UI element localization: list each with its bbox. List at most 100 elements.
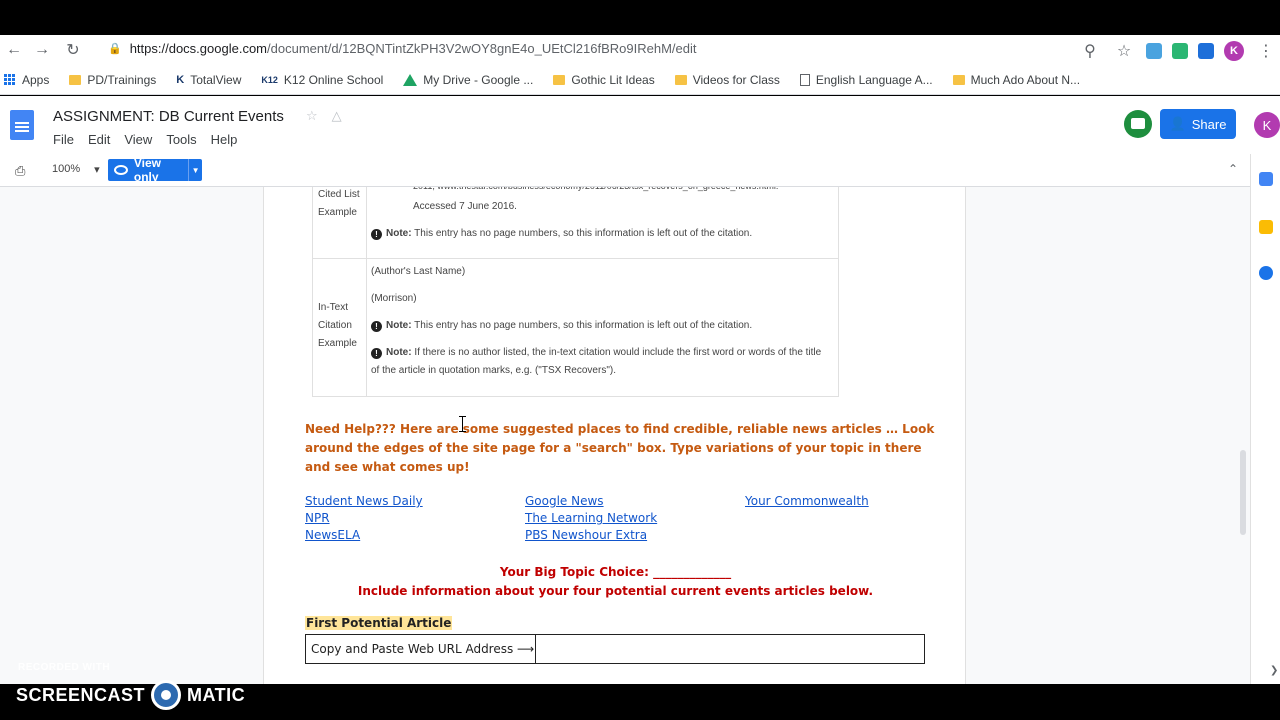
- person-icon: 👤: [1169, 116, 1186, 131]
- reload-icon[interactable]: ↻: [61, 38, 85, 62]
- bookmarks-bar: Apps PD/Trainings K TotalView K12 K12 On…: [0, 65, 1280, 95]
- bookmark-label: Gothic Lit Ideas: [571, 72, 655, 87]
- url-entry-cell[interactable]: [536, 635, 924, 663]
- menu-tools[interactable]: Tools: [166, 132, 196, 147]
- citation-accessed: Accessed 7 June 2016.: [413, 201, 517, 212]
- browser-profile-avatar[interactable]: K: [1224, 41, 1244, 61]
- author-placeholder: (Author's Last Name): [371, 266, 466, 277]
- document-title: ASSIGNMENT: DB Current Events: [53, 108, 284, 125]
- bookmark-gothic-lit-ideas[interactable]: Gothic Lit Ideas: [553, 72, 655, 87]
- eye-icon: [114, 165, 128, 175]
- document-page: Cited List Example 2011, www.thestar.com…: [263, 187, 966, 684]
- side-panel: [1250, 154, 1280, 684]
- url-field[interactable]: 🔒 https://docs.google.com/document/d/12B…: [108, 41, 696, 56]
- share-label: Share: [1191, 116, 1227, 132]
- link-student-news-daily[interactable]: Student News Daily: [305, 494, 423, 508]
- view-mode-label: View only: [133, 156, 161, 184]
- scrollbar-thumb[interactable]: [1240, 450, 1246, 535]
- bookmark-label: English Language A...: [815, 72, 933, 87]
- note-no-author: ! Note: If there is no author listed, the…: [371, 347, 822, 376]
- forward-arrow-icon[interactable]: →: [30, 38, 54, 62]
- link-npr[interactable]: NPR: [305, 511, 330, 525]
- info-icon: !: [371, 321, 382, 332]
- folder-icon: [674, 74, 687, 85]
- extension-chart-icon[interactable]: [1198, 43, 1214, 59]
- bookmark-label: K12 Online School: [283, 72, 384, 87]
- extension-k-icon[interactable]: [1172, 43, 1188, 59]
- bookmark-label: PD/Trainings: [87, 72, 157, 87]
- brand-right: MATIC: [187, 684, 246, 705]
- tasks-icon[interactable]: [1259, 266, 1273, 280]
- view-only-button[interactable]: View only ▼: [108, 156, 202, 184]
- zoom-select[interactable]: 100% ▾: [52, 163, 100, 176]
- lock-icon: 🔒: [108, 43, 122, 55]
- link-learning-network[interactable]: The Learning Network: [525, 511, 657, 525]
- back-arrow-icon[interactable]: ←: [2, 38, 26, 62]
- bookmark-totalview[interactable]: K TotalView: [176, 73, 241, 87]
- url-label-cell: Copy and Paste Web URL Address ⟶: [306, 635, 536, 663]
- menu-view[interactable]: View: [124, 132, 152, 147]
- menu-file[interactable]: File: [53, 132, 74, 147]
- top-letterbox: [0, 0, 1280, 35]
- note-no-pages-2: ! Note: This entry has no page numbers, s…: [371, 317, 752, 335]
- bookmark-pd-trainings[interactable]: PD/Trainings: [69, 73, 156, 87]
- calendar-icon[interactable]: [1259, 172, 1273, 186]
- bookmark-label: My Drive - Google ...: [423, 72, 534, 87]
- chevron-down-icon: ▾: [94, 164, 100, 176]
- url-path: /document/d/12BQNTintZkPH3V2wOY8gnE4o_UE…: [267, 41, 697, 56]
- chevron-up-icon[interactable]: ⌃: [1228, 162, 1238, 176]
- docs-toolbar: ⎙ 100% ▾ View only ▼ ⌃: [0, 154, 1280, 187]
- k12-icon: K: [176, 73, 185, 86]
- author-example: (Morrison): [371, 293, 417, 304]
- link-google-news[interactable]: Google News: [525, 494, 604, 508]
- link-pbs-newshour-extra[interactable]: PBS Newshour Extra: [525, 528, 647, 542]
- menu-help[interactable]: Help: [211, 132, 238, 147]
- bookmark-label: TotalView: [190, 72, 242, 87]
- bookmark-english-language-arts[interactable]: English Language A...: [799, 72, 933, 87]
- drive-folder-icon[interactable]: △: [332, 108, 342, 124]
- folder-icon: [952, 74, 965, 85]
- menu-edit[interactable]: Edit: [88, 132, 110, 147]
- screen: ← → ↻ 🔒 https://docs.google.com/document…: [0, 0, 1280, 720]
- classroom-icon[interactable]: [1124, 110, 1152, 138]
- first-article-heading: First Potential Article: [305, 616, 453, 630]
- bookmark-videos-for-class[interactable]: Videos for Class: [674, 73, 780, 87]
- topic-heading: Your Big Topic Choice: _____________ Inc…: [264, 563, 967, 601]
- bookmark-label: Much Ado About N...: [970, 72, 1081, 87]
- search-icon[interactable]: ⚲: [1078, 39, 1102, 63]
- extension-icon[interactable]: [1146, 43, 1162, 59]
- keep-icon[interactable]: [1259, 220, 1273, 234]
- bookmark-label: Apps: [22, 72, 50, 87]
- browser-address-bar: ← → ↻ 🔒 https://docs.google.com/document…: [0, 35, 1280, 65]
- citation-url: 2011, www.thestar.com/business/economy/2…: [413, 187, 833, 195]
- topic-instructions: Include information about your four pote…: [357, 584, 874, 598]
- text-cursor: [459, 416, 469, 432]
- menu-bar: File Edit View Tools Help: [53, 132, 237, 147]
- url-table-row: Copy and Paste Web URL Address ⟶: [305, 634, 925, 664]
- more-menu-icon[interactable]: ⋮: [1254, 39, 1278, 63]
- star-icon[interactable]: ☆: [1112, 39, 1136, 63]
- share-button[interactable]: 👤 Share: [1160, 109, 1236, 139]
- docs-header: ASSIGNMENT: DB Current Events ☆ △ File E…: [0, 96, 1280, 154]
- link-your-commonwealth[interactable]: Your Commonwealth: [745, 494, 869, 508]
- print-icon[interactable]: ⎙: [15, 163, 25, 179]
- cited-list-label: Cited List Example: [318, 189, 360, 218]
- link-newsela[interactable]: NewsELA: [305, 528, 360, 542]
- bookmark-my-drive[interactable]: My Drive - Google ...: [403, 73, 533, 87]
- folder-icon: [69, 74, 82, 85]
- info-icon: !: [371, 229, 382, 240]
- chevron-down-icon: ▼: [188, 159, 202, 181]
- page-icon: [799, 73, 810, 86]
- bookmark-much-ado[interactable]: Much Ado About N...: [952, 72, 1081, 87]
- help-paragraph: Need Help??? Here are some suggested pla…: [305, 422, 935, 474]
- bookmark-apps[interactable]: Apps: [4, 73, 49, 87]
- screencast-o-matic-logo: SCREENCAST MATIC: [16, 680, 245, 710]
- account-avatar[interactable]: K: [1254, 112, 1280, 138]
- bookmark-k12-online-school[interactable]: K12 K12 Online School: [261, 73, 383, 87]
- url-host: https://docs.google.com: [129, 41, 268, 56]
- star-icon[interactable]: ☆: [306, 108, 318, 124]
- chevron-right-icon[interactable]: ❯: [1270, 665, 1278, 676]
- google-docs-icon[interactable]: [10, 110, 34, 140]
- info-icon: !: [371, 348, 382, 359]
- recorded-with-label: RECORDED WITH: [18, 662, 111, 673]
